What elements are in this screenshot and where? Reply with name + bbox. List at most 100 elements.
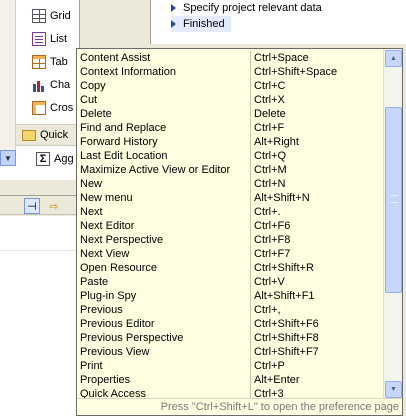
key-assist-footer: Press "Ctrl+Shift+L" to open the prefere…	[77, 398, 402, 415]
palette-item-label: Agg	[54, 153, 74, 165]
command-name: New menu	[80, 192, 133, 204]
scroll-up-icon[interactable]: ▲	[385, 50, 402, 67]
key-assist-row[interactable]: Content Assist Ctrl+Space	[77, 51, 383, 65]
key-binding: Ctrl+V	[250, 275, 383, 289]
key-assist-row[interactable]: Next Ctrl+.	[77, 205, 383, 219]
view-toolbar: ⊣ ⇨	[0, 195, 80, 215]
key-binding: Ctrl+.	[250, 205, 383, 219]
key-binding: Ctrl+Shift+Space	[250, 65, 383, 79]
palette-item-label: List	[50, 33, 68, 45]
key-assist-row[interactable]: New Ctrl+N	[77, 177, 383, 191]
wizard-step[interactable]: Finished	[171, 16, 231, 32]
table-icon	[32, 55, 46, 69]
tree-view-icon[interactable]: ⊣	[24, 198, 40, 214]
wizard-steps-panel: Specify project relevant data Finished	[150, 0, 406, 44]
key-assist-row[interactable]: Forward History Alt+Right	[77, 135, 383, 149]
command-name: Open Resource	[80, 262, 158, 274]
grid-icon	[32, 9, 46, 23]
grip-icon	[390, 195, 398, 203]
wizard-step-label: Specify project relevant data	[183, 2, 322, 14]
key-binding: Alt+Shift+N	[250, 191, 383, 205]
filter-icon[interactable]: ⇨	[46, 198, 62, 214]
command-name: Plug-in Spy	[80, 290, 137, 302]
command-name: Next Perspective	[80, 234, 164, 246]
palette-panel: ▼ Grid List Tab Cha Cros Quick Σ Agg	[0, 0, 80, 180]
key-binding: Ctrl+P	[250, 359, 383, 373]
command-name: Context Information	[80, 66, 176, 78]
list-icon	[32, 32, 46, 46]
key-binding: Ctrl+Shift+F7	[250, 345, 383, 359]
key-assist-row[interactable]: Previous View Ctrl+Shift+F7	[77, 345, 383, 359]
key-binding: Ctrl+F	[250, 121, 383, 135]
command-name: Delete	[80, 108, 112, 120]
wizard-step[interactable]: Specify project relevant data	[171, 0, 322, 16]
scroll-down-icon[interactable]: ▼	[385, 381, 402, 398]
key-binding: Alt+Shift+F1	[250, 289, 383, 303]
palette-item-grid[interactable]: Grid	[32, 6, 92, 26]
key-assist-row[interactable]: Last Edit Location Ctrl+Q	[77, 149, 383, 163]
palette-scrollbar[interactable]: ▼	[0, 0, 16, 166]
step-arrow-icon	[171, 4, 176, 12]
key-assist-row[interactable]: Previous Ctrl+,	[77, 303, 383, 317]
palette-item-aggregation[interactable]: Σ Agg	[36, 150, 74, 168]
key-assist-row[interactable]: Previous Perspective Ctrl+Shift+F8	[77, 331, 383, 345]
key-assist-row[interactable]: Previous Editor Ctrl+Shift+F6	[77, 317, 383, 331]
key-assist-row[interactable]: Cut Ctrl+X	[77, 93, 383, 107]
step-arrow-icon	[171, 20, 176, 28]
palette-item-label: Grid	[50, 10, 71, 22]
command-name: Cut	[80, 94, 98, 106]
key-binding: Alt+Enter	[250, 373, 383, 387]
key-binding: Ctrl+F6	[250, 219, 383, 233]
key-assist-row[interactable]: Next Perspective Ctrl+F8	[77, 233, 383, 247]
key-binding: Ctrl+,	[250, 303, 383, 317]
command-name: Find and Replace	[80, 122, 167, 134]
folder-icon	[22, 129, 36, 141]
palette-item-label: Tab	[50, 56, 68, 68]
palette-drawer-quick[interactable]: Quick	[16, 124, 80, 146]
key-assist-scrollbar[interactable]: ▲ ▼	[383, 49, 402, 399]
key-binding: Ctrl+Space	[250, 51, 383, 65]
row-divider	[0, 250, 80, 251]
key-assist-row[interactable]: Properties Alt+Enter	[77, 373, 383, 387]
key-assist-row[interactable]: Next Editor Ctrl+F6	[77, 219, 383, 233]
key-assist-row[interactable]: Delete Delete	[77, 107, 383, 121]
key-assist-row[interactable]: New menu Alt+Shift+N	[77, 191, 383, 205]
chart-icon	[32, 78, 46, 92]
key-assist-row[interactable]: Open Resource Ctrl+Shift+R	[77, 261, 383, 275]
command-name: Content Assist	[80, 52, 151, 64]
command-name: Previous Perspective	[80, 332, 184, 344]
key-binding: Delete	[250, 107, 383, 121]
key-binding: Ctrl+Q	[250, 149, 383, 163]
palette-item-label: Cros	[50, 102, 74, 114]
command-name: Next Editor	[80, 220, 135, 232]
key-binding: Ctrl+C	[250, 79, 383, 93]
command-name: Previous	[80, 304, 123, 316]
key-assist-row[interactable]: Paste Ctrl+V	[77, 275, 383, 289]
key-binding: Ctrl+F7	[250, 247, 383, 261]
key-assist-row[interactable]: Context Information Ctrl+Shift+Space	[77, 65, 383, 79]
command-name: Maximize Active View or Editor	[80, 164, 231, 176]
key-assist-row[interactable]: Maximize Active View or Editor Ctrl+M	[77, 163, 383, 177]
key-assist-row[interactable]: Plug-in Spy Alt+Shift+F1	[77, 289, 383, 303]
command-name: Forward History	[80, 136, 158, 148]
key-assist-row[interactable]: Print Ctrl+P	[77, 359, 383, 373]
command-name: Print	[80, 360, 103, 372]
key-assist-row[interactable]: Next View Ctrl+F7	[77, 247, 383, 261]
outline-area	[0, 216, 80, 416]
key-binding: Ctrl+M	[250, 163, 383, 177]
scrollbar-thumb[interactable]	[385, 107, 402, 293]
command-name: Properties	[80, 374, 131, 386]
command-name: Previous Editor	[80, 318, 155, 330]
key-binding: Ctrl+Shift+F8	[250, 331, 383, 345]
palette-drawer-label: Quick	[40, 129, 69, 141]
command-name: Paste	[80, 276, 109, 288]
palette-item-list[interactable]: List	[32, 29, 92, 49]
key-assist-row[interactable]: Copy Ctrl+C	[77, 79, 383, 93]
command-name: Next	[80, 206, 103, 218]
key-assist-row[interactable]: Find and Replace Ctrl+F	[77, 121, 383, 135]
key-binding: Ctrl+N	[250, 177, 383, 191]
key-assist-list: Content Assist Ctrl+Space Context Informat…	[77, 51, 383, 401]
scroll-down-icon[interactable]: ▼	[0, 150, 16, 166]
key-binding: Ctrl+F8	[250, 233, 383, 247]
palette-item-label: Cha	[50, 79, 71, 91]
